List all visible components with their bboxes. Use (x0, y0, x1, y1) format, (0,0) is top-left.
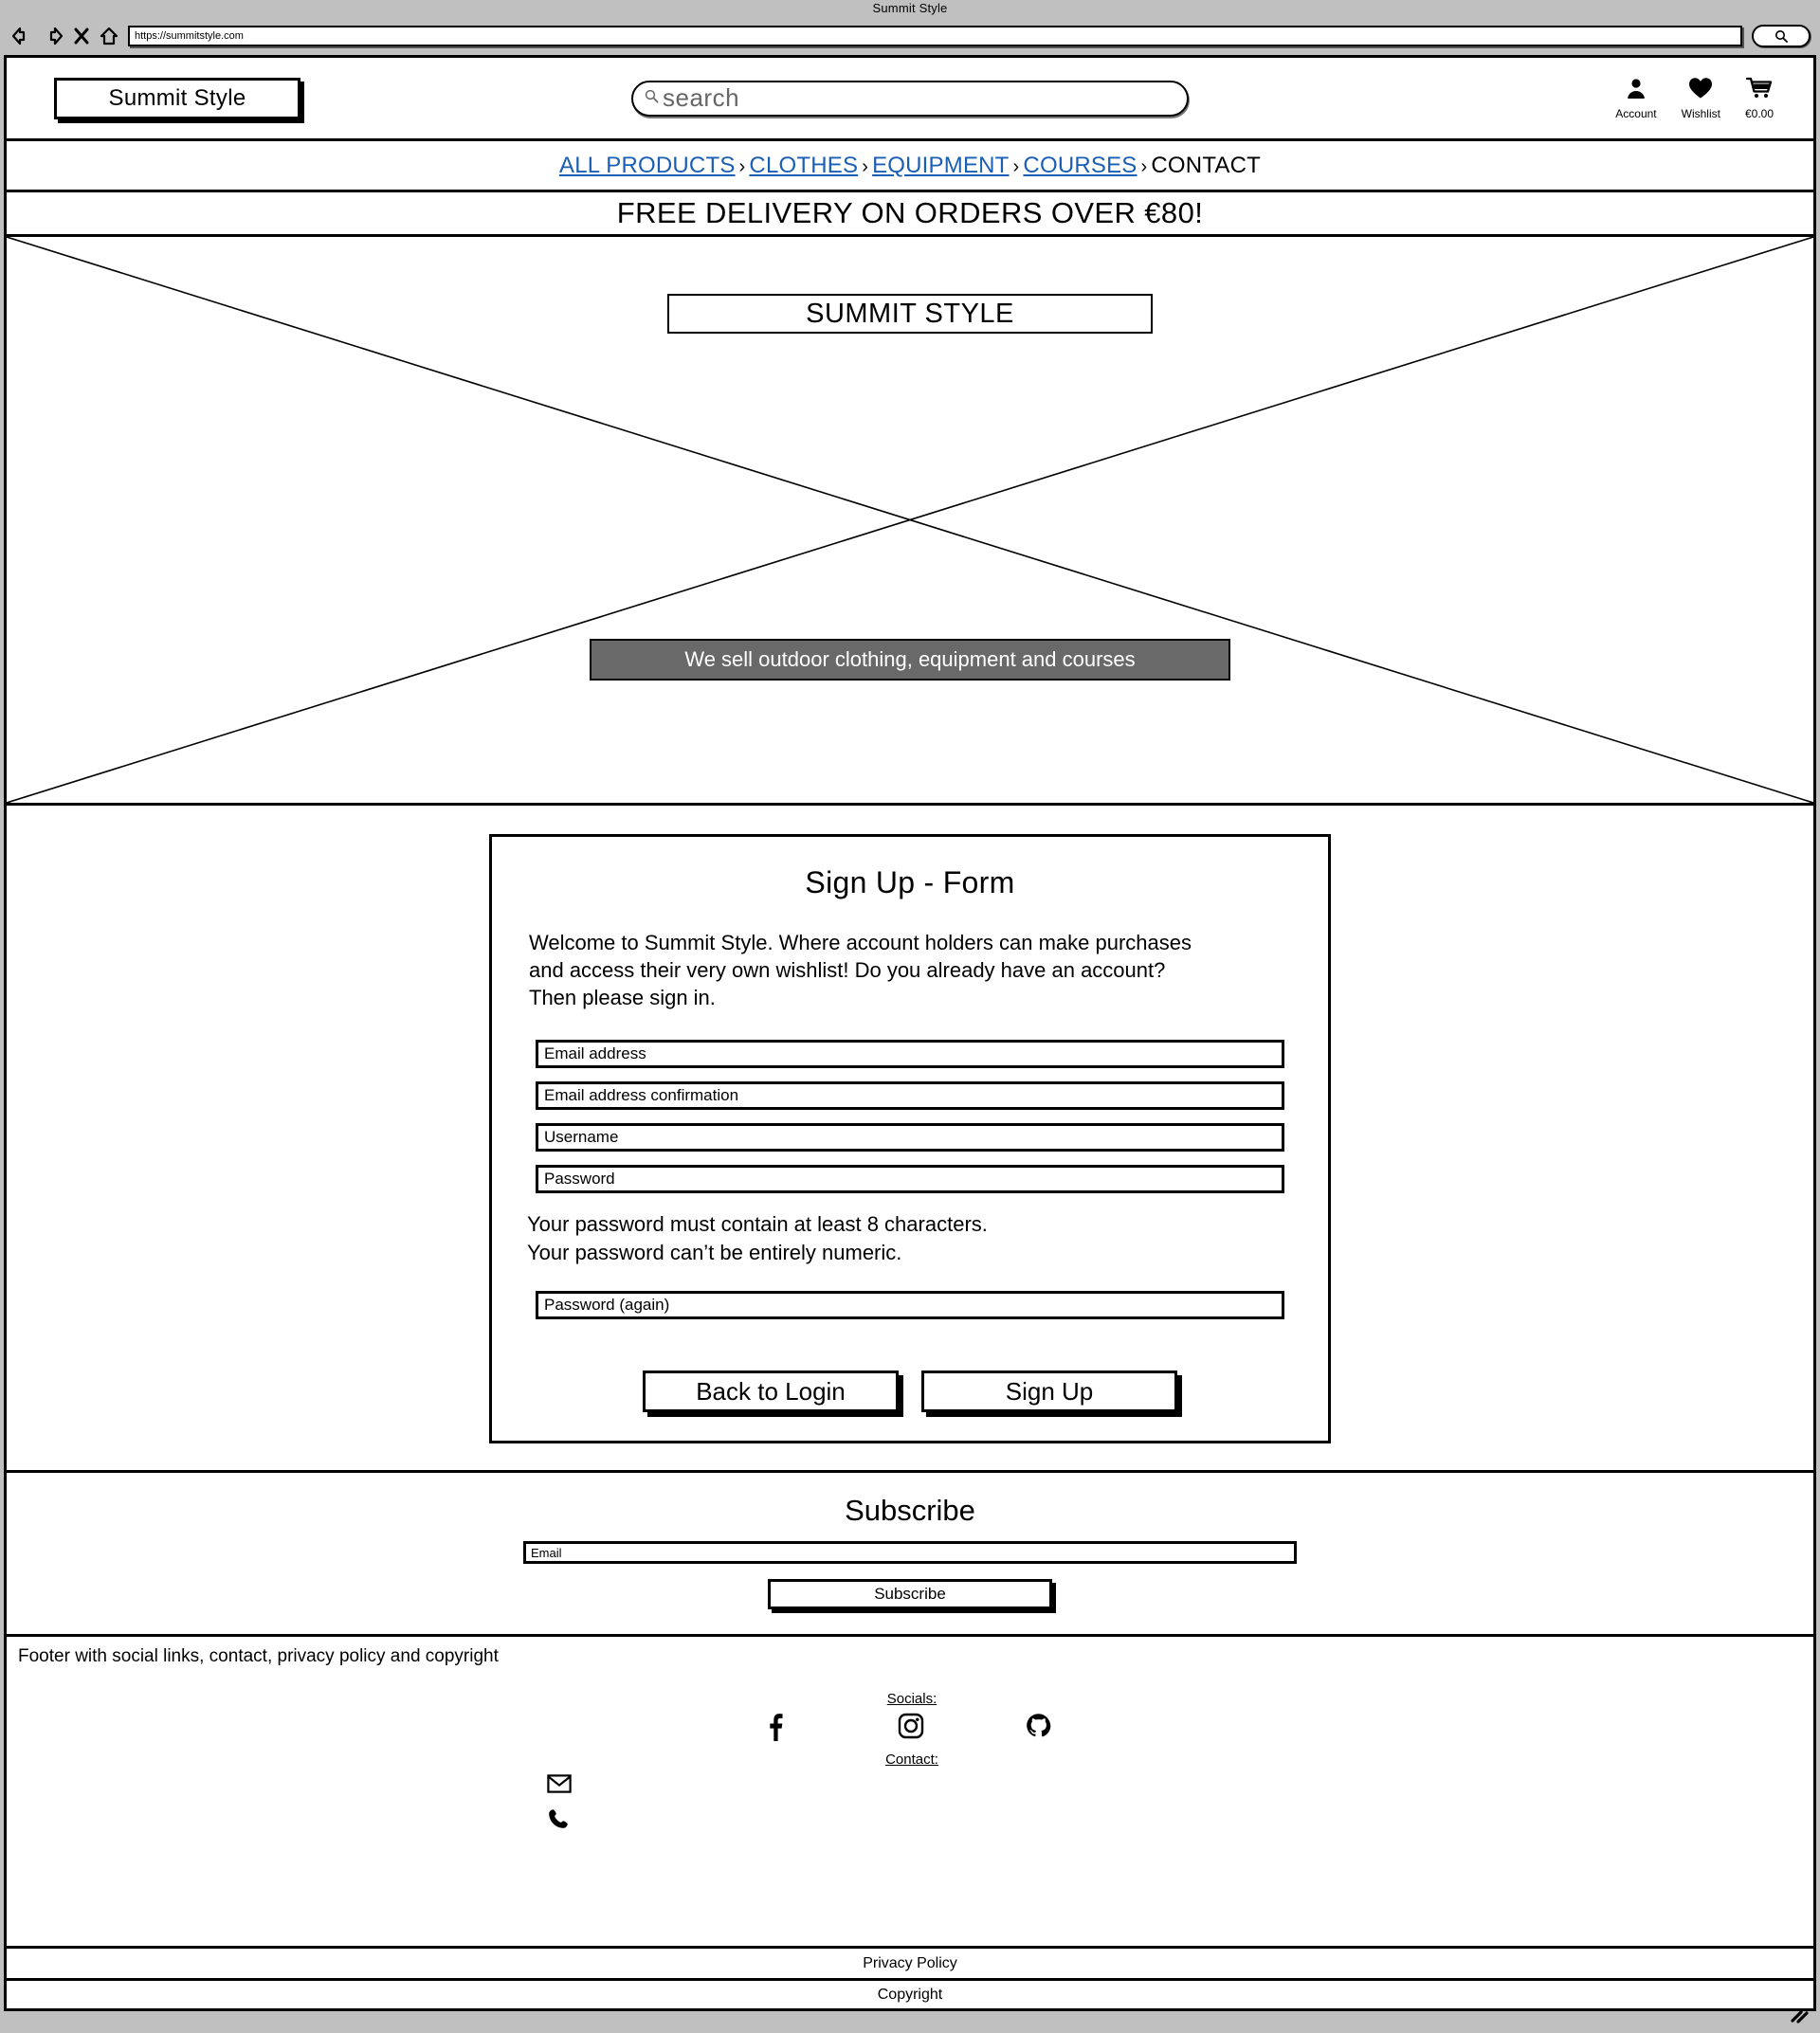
page-viewport: Summit Style search Account Wishlist €0.… (4, 55, 1816, 2008)
breadcrumb-separator-4: › (1140, 155, 1148, 177)
hero-tagline: We sell outdoor clothing, equipment and … (590, 639, 1230, 681)
signup-intro-line-3: Then please sign in. (529, 986, 716, 1010)
search-icon (1775, 30, 1788, 43)
window-title: Summit Style (872, 1, 948, 15)
nav-item-clothes[interactable]: CLOTHES (749, 153, 858, 178)
back-arrow-icon[interactable] (11, 27, 32, 45)
subscribe-title: Subscribe (845, 1494, 975, 1528)
promo-banner: FREE DELIVERY ON ORDERS OVER €80! (7, 192, 1813, 237)
phone-icon[interactable] (547, 1807, 570, 1835)
home-icon[interactable] (100, 27, 118, 45)
site-header: Summit Style search Account Wishlist €0.… (7, 58, 1813, 141)
signup-form-buttons: Back to Login Sign Up (525, 1370, 1295, 1413)
signup-section: Sign Up - Form Welcome to Summit Style. … (7, 806, 1813, 1474)
signup-title: Sign Up - Form (805, 865, 1015, 899)
breadcrumb-nav: ALL PRODUCTS › CLOTHES › EQUIPMENT › COURSES › C… (7, 141, 1813, 192)
facebook-icon[interactable] (765, 1713, 784, 1746)
forward-arrow-icon[interactable] (43, 27, 64, 45)
search-icon (645, 89, 659, 108)
sign-up-button[interactable]: Sign Up (921, 1370, 1177, 1413)
footer-note: Footer with social links, contact, priva… (18, 1646, 499, 1667)
wishlist-button[interactable]: Wishlist (1682, 77, 1720, 120)
nav-item-all-products[interactable]: ALL PRODUCTS (559, 153, 736, 178)
hero-title-text: SUMMIT STYLE (806, 298, 1014, 329)
breadcrumb: ALL PRODUCTS › CLOTHES › EQUIPMENT › COURSES › C… (559, 153, 1261, 179)
subscribe-section: Subscribe Subscribe (7, 1473, 1813, 1638)
breadcrumb-separator-2: › (862, 155, 869, 177)
heart-icon (1688, 77, 1713, 104)
account-button[interactable]: Account (1615, 77, 1657, 120)
privacy-policy-link[interactable]: Privacy Policy (7, 1946, 1813, 1978)
url-bar[interactable]: https://summitstyle.com (128, 26, 1742, 46)
resize-grip-icon[interactable] (1790, 2008, 1811, 2025)
email-icon[interactable] (547, 1774, 572, 1798)
socials-label: Socials: (886, 1691, 937, 1708)
window-status-strip (4, 2008, 1816, 2029)
hero-tagline-text: We sell outdoor clothing, equipment and … (684, 647, 1136, 671)
hero-title: SUMMIT STYLE (667, 294, 1153, 334)
github-icon[interactable] (1026, 1713, 1051, 1743)
password-rule-1: Your password must contain at least 8 ch… (527, 1212, 988, 1237)
close-x-icon[interactable] (74, 27, 89, 45)
copyright-row: Copyright (7, 1978, 1813, 2008)
hero-section: SUMMIT STYLE We sell outdoor clothing, e… (7, 237, 1813, 806)
site-footer: Footer with social links, contact, priva… (7, 1637, 1813, 2008)
subscribe-email-input[interactable] (523, 1541, 1297, 1565)
search-placeholder-text: search (663, 83, 740, 112)
back-to-login-button[interactable]: Back to Login (643, 1370, 899, 1413)
browser-toolbar: https://summitstyle.com (0, 17, 1820, 55)
browser-window: Summit Style https://summitstyle.com Sum… (0, 0, 1820, 2033)
copyright-label: Copyright (877, 1986, 943, 2003)
cart-icon (1745, 77, 1773, 104)
contact-label: Contact: (885, 1752, 938, 1769)
site-logo-label: Summit Style (108, 84, 246, 111)
cart-total-label: €0.00 (1744, 106, 1774, 120)
email-confirmation-field[interactable] (536, 1081, 1284, 1111)
privacy-policy-label: Privacy Policy (863, 1954, 957, 1971)
promo-text: FREE DELIVERY ON ORDERS OVER €80! (616, 196, 1204, 229)
user-icon (1625, 77, 1647, 104)
signup-card: Sign Up - Form Welcome to Summit Style. … (489, 834, 1331, 1444)
account-label: Account (1615, 106, 1657, 120)
cart-button[interactable]: €0.00 (1745, 77, 1774, 120)
nav-item-courses[interactable]: COURSES (1023, 153, 1137, 178)
signup-intro: Welcome to Summit Style. Where account h… (529, 929, 1295, 1011)
password-field[interactable] (536, 1165, 1284, 1194)
nav-item-contact[interactable]: CONTACT (1151, 153, 1261, 178)
url-text: https://summitstyle.com (135, 30, 244, 42)
site-logo-button[interactable]: Summit Style (54, 77, 300, 119)
signup-intro-line-2: and access their very own wishlist! Do y… (529, 958, 1166, 983)
site-search-box[interactable]: search (631, 80, 1189, 117)
breadcrumb-separator-3: › (1012, 155, 1020, 177)
nav-item-equipment[interactable]: EQUIPMENT (872, 153, 1009, 178)
username-field[interactable] (536, 1123, 1284, 1153)
instagram-icon[interactable] (898, 1713, 924, 1744)
browser-nav-icons (11, 27, 118, 45)
password-rule-2: Your password can’t be entirely numeric. (527, 1240, 902, 1264)
email-field[interactable] (536, 1040, 1284, 1069)
subscribe-button[interactable]: Subscribe (768, 1579, 1052, 1610)
password-again-field[interactable] (536, 1291, 1284, 1320)
password-rules: Your password must contain at least 8 ch… (527, 1210, 1295, 1266)
wishlist-label: Wishlist (1681, 106, 1720, 120)
header-actions: Account Wishlist €0.00 (1615, 77, 1774, 120)
signup-intro-line-1: Welcome to Summit Style. Where account h… (529, 931, 1192, 954)
browser-search-button[interactable] (1752, 25, 1811, 47)
footer-body: Socials: Contact: (7, 1667, 1813, 1946)
breadcrumb-separator-1: › (738, 155, 746, 177)
